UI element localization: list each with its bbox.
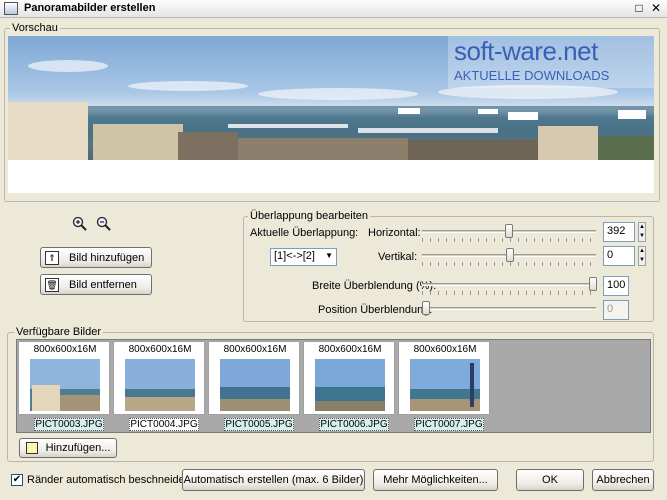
vertical-spinner[interactable]: ▲ ▼ (638, 246, 646, 266)
auto-crop-checkbox[interactable]: ✔ (11, 474, 23, 486)
thumbnail-image (220, 359, 290, 411)
thumbnail-filename: PICT0006.JPG (319, 418, 389, 431)
horizontal-slider-ticks (422, 238, 596, 242)
thumbnail-dimensions: 800x600x16M (318, 344, 382, 355)
current-overlap-select[interactable]: [1]<->[2] ▼ (270, 248, 337, 266)
thumbnail-filename: PICT0005.JPG (224, 418, 294, 431)
horizontal-label: Horizontal: (368, 227, 421, 239)
remove-image-label: Bild entfernen (69, 278, 137, 291)
close-icon[interactable]: ✕ (649, 1, 663, 15)
thumbnail-card[interactable]: 800x600x16M (398, 341, 490, 415)
thumbnail-card[interactable]: 800x600x16M (113, 341, 205, 415)
cancel-button[interactable]: Abbrechen (592, 469, 654, 491)
ok-button[interactable]: OK (516, 469, 584, 491)
window-title: Panoramabilder erstellen (24, 2, 156, 14)
panorama-preview: soft-ware.net AKTUELLE DOWNLOADS (8, 36, 654, 160)
vertical-slider-thumb[interactable] (506, 248, 514, 262)
blend-position-label: Position Überblendung: (318, 304, 433, 316)
auto-create-button[interactable]: Automatisch erstellen (max. 6 Bilder) (182, 469, 365, 491)
add-more-button[interactable]: Hinzufügen... (19, 438, 117, 458)
horizontal-input[interactable]: 392 (603, 222, 635, 242)
maximize-icon[interactable]: □ (632, 1, 646, 15)
zoom-out-icon[interactable] (96, 216, 112, 232)
thumbnail-image (410, 359, 480, 411)
thumbnail-image (30, 359, 100, 411)
title-bar: Panoramabilder erstellen □ ✕ (0, 0, 667, 18)
vertical-slider-ticks (422, 262, 596, 266)
auto-crop-label: Ränder automatisch beschneiden (27, 474, 191, 486)
app-icon (4, 2, 18, 15)
thumbnail-filename: PICT0007.JPG (414, 418, 484, 431)
watermark-title: soft-ware.net (454, 36, 598, 66)
available-images-label: Verfügbare Bilder (14, 326, 103, 338)
preview-blank-area (8, 160, 654, 193)
more-options-button[interactable]: Mehr Möglichkeiten... (373, 469, 498, 491)
thumbnail-dimensions: 800x600x16M (413, 344, 477, 355)
preview-label: Vorschau (10, 22, 60, 34)
double-up-arrow-icon: ⇑ (45, 250, 59, 265)
zoom-in-icon[interactable] (72, 216, 88, 232)
add-image-button[interactable]: ⇑ Bild hinzufügen (40, 247, 152, 268)
vertical-label: Vertikal: (378, 251, 418, 263)
thumbnail-card[interactable]: 800x600x16M (303, 341, 395, 415)
current-overlap-label: Aktuelle Überlappung: (250, 227, 359, 239)
blend-position-input[interactable]: 0 (603, 300, 629, 320)
trash-icon: 🗑 (45, 277, 59, 292)
vertical-input[interactable]: 0 (603, 246, 635, 266)
add-more-label: Hinzufügen... (45, 442, 111, 454)
blend-width-slider-ticks (422, 291, 596, 295)
blend-width-slider-track[interactable] (422, 283, 596, 286)
overlap-group-label: Überlappung bearbeiten (248, 210, 371, 222)
blend-width-label: Breite Überblendung (%): (312, 280, 437, 292)
blend-width-input[interactable]: 100 (603, 276, 629, 296)
thumbnail-dimensions: 800x600x16M (128, 344, 192, 355)
thumbnail-filename: PICT0003.JPG (34, 418, 104, 431)
thumbnail-filename: PICT0004.JPG (129, 418, 199, 431)
thumbnail-card[interactable]: 800x600x16M (18, 341, 110, 415)
blend-width-slider-thumb[interactable] (589, 277, 597, 291)
watermark: soft-ware.net AKTUELLE DOWNLOADS (448, 36, 654, 88)
horizontal-spinner[interactable]: ▲ ▼ (638, 222, 646, 242)
add-image-label: Bild hinzufügen (69, 251, 145, 264)
blend-position-slider-thumb[interactable] (422, 301, 430, 315)
horizontal-slider-thumb[interactable] (505, 224, 513, 238)
thumbnail-image (125, 359, 195, 411)
thumbnail-card[interactable]: 800x600x16M (208, 341, 300, 415)
watermark-subtitle: AKTUELLE DOWNLOADS (454, 68, 610, 83)
add-file-icon (25, 442, 38, 454)
blend-position-slider-track[interactable] (422, 307, 596, 310)
chevron-down-icon: ▼ (325, 251, 333, 260)
remove-image-button[interactable]: 🗑 Bild entfernen (40, 274, 152, 295)
current-overlap-value: [1]<->[2] (274, 250, 315, 262)
thumbnail-dimensions: 800x600x16M (33, 344, 97, 355)
thumbnail-image (315, 359, 385, 411)
thumbnail-dimensions: 800x600x16M (223, 344, 287, 355)
